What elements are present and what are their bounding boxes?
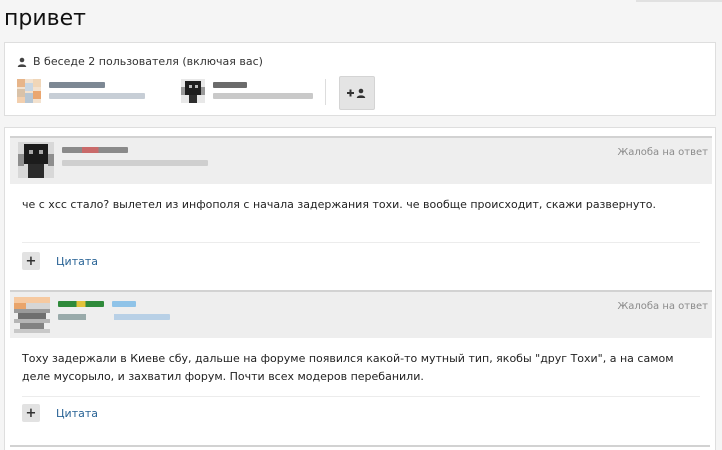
participant-name-pixelated [49,82,145,99]
report-link[interactable]: Жалоба на ответ [617,147,708,158]
message-header: Жалоба на ответ [10,290,712,338]
author-info-pixelated [58,301,170,320]
divider [325,79,326,105]
participant-2[interactable] [181,79,313,103]
report-link[interactable]: Жалоба на ответ [617,301,708,312]
participant-name-pixelated [213,82,313,99]
user-icon [17,57,27,67]
divider [22,242,700,243]
message-list: Жалоба на ответ че с хсс стало? вылетел … [4,127,716,450]
message-actions: + Цитата [22,404,98,422]
message-item: Жалоба на ответ че с хсс стало? вылетел … [10,136,712,281]
participant-1[interactable] [17,79,145,103]
message-item: Жалоба на ответ Тоху задержали в Киеве с… [10,290,712,440]
divider [22,396,700,397]
quote-link[interactable]: Цитата [56,255,98,268]
page-title: привет [4,6,86,31]
expand-button[interactable]: + [22,404,40,422]
participants-count-label: В беседе 2 пользователя (включая вас) [33,55,263,68]
participants-heading: В беседе 2 пользователя (включая вас) [17,55,263,68]
expand-button[interactable]: + [22,252,40,270]
add-user-icon [347,88,366,98]
quote-link[interactable]: Цитата [56,407,98,420]
avatar[interactable] [18,142,54,178]
message-text: че с хсс стало? вылетел из инфополя с на… [22,198,656,211]
author-info-pixelated [62,147,208,166]
top-bar-edge [636,0,722,2]
avatar[interactable] [17,79,41,103]
avatar[interactable] [181,79,205,103]
message-actions: + Цитата [22,252,98,270]
conversation-page: привет В беседе 2 пользователя (включая … [0,0,722,450]
message-text: Тоху задержали в Киеве сбу, дальше на фо… [22,352,674,383]
message-header: Жалоба на ответ [10,136,712,184]
add-participant-button[interactable] [339,76,375,110]
participants-panel: В беседе 2 пользователя (включая вас) [4,42,716,116]
avatar[interactable] [14,297,50,333]
divider [10,445,710,447]
